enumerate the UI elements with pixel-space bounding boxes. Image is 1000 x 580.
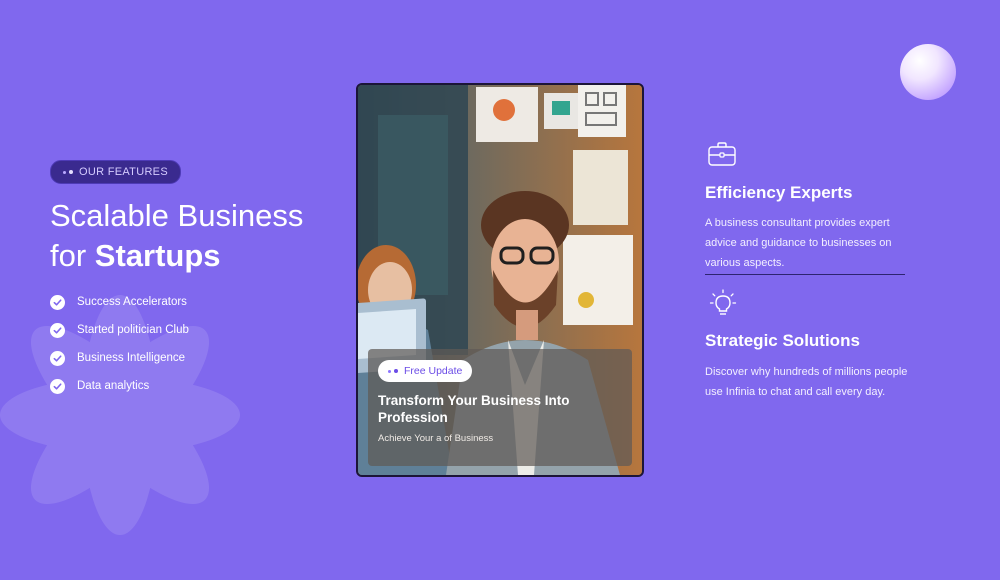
headline-prefix: for — [50, 238, 95, 273]
dots-icon — [63, 170, 73, 174]
check-circle-icon — [50, 378, 65, 394]
headline-line1: Scalable Business — [50, 198, 304, 233]
decorative-orb — [900, 44, 956, 100]
list-item: Data analytics — [50, 372, 189, 400]
divider — [705, 274, 905, 275]
headline-strong: Startups — [94, 238, 221, 273]
service-description: A business consultant provides expert ad… — [705, 217, 892, 269]
list-item: Success Accelerators — [50, 288, 189, 316]
service-title: Strategic Solutions — [705, 331, 860, 350]
check-circle-icon — [50, 350, 65, 366]
card-title: Transform Your Business Into Profession — [378, 393, 570, 425]
briefcase-icon — [708, 142, 736, 166]
list-item: Business Intelligence — [50, 344, 189, 372]
features-badge-label: OUR FEATURES — [79, 166, 168, 178]
feature-label: Success Accelerators — [77, 296, 187, 308]
pill-label: Free Update — [404, 365, 463, 377]
features-badge: OUR FEATURES — [50, 160, 181, 184]
card-overlay: Free Update Transform Your Business Into… — [368, 349, 632, 466]
check-circle-icon — [50, 294, 65, 310]
card-subtitle: Achieve Your a of Business — [378, 433, 494, 444]
lightbulb-icon — [709, 289, 737, 315]
section-headline: Scalable Business for Startups — [50, 196, 370, 276]
free-update-pill: Free Update — [378, 360, 473, 382]
feature-list: Success Accelerators Started politician … — [50, 288, 189, 400]
service-description: Discover why hundreds of millions people… — [705, 366, 908, 398]
list-item: Started politician Club — [50, 316, 189, 344]
feature-label: Business Intelligence — [77, 352, 186, 364]
service-title: Efficiency Experts — [705, 183, 853, 202]
feature-image-card[interactable]: Free Update Transform Your Business Into… — [356, 83, 644, 477]
check-circle-icon — [50, 322, 65, 338]
dots-icon — [388, 369, 398, 373]
feature-label: Started politician Club — [77, 324, 189, 336]
feature-label: Data analytics — [77, 380, 150, 392]
